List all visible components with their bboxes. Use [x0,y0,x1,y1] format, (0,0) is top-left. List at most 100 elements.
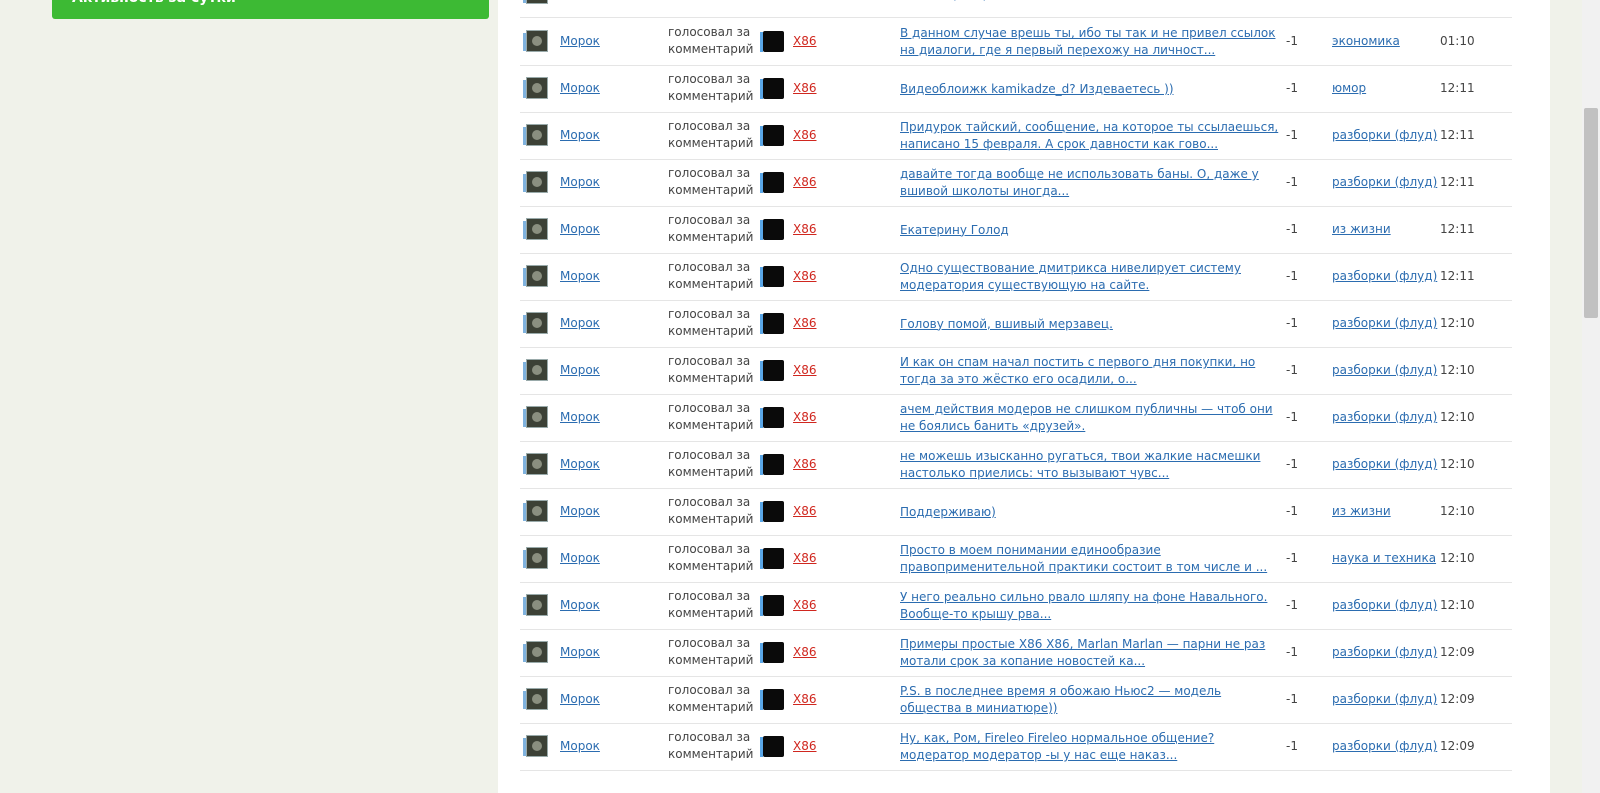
target-avatar[interactable] [763,31,784,52]
user-link[interactable]: Морок [560,645,600,659]
user-link[interactable]: Морок [560,128,600,142]
user-avatar[interactable] [526,359,548,381]
user-avatar[interactable] [526,218,548,240]
category-link[interactable]: экономика [1332,34,1400,48]
user-avatar[interactable] [526,594,548,616]
category-link[interactable]: разборки (флуд) [1332,269,1437,283]
user-avatar[interactable] [526,406,548,428]
category-link[interactable]: разборки (флуд) [1332,457,1437,471]
category-link[interactable]: разборки (флуд) [1332,598,1437,612]
category-link[interactable]: разборки (флуд) [1332,645,1437,659]
category-link[interactable]: разборки (флуд) [1332,128,1437,142]
user-avatar[interactable] [526,124,548,146]
target-avatar[interactable] [763,595,784,616]
comment-link[interactable]: В данном случае врешь ты, ибо ты так и н… [900,24,1280,60]
user-link[interactable]: Морок [560,410,600,424]
comment-link[interactable]: Голову помой, вшивый мерзавец. [900,306,1280,342]
comment-link[interactable]: Примеры простые X86 X86, Marlan Marlan —… [900,635,1280,671]
category-link[interactable]: наука и техника [1332,551,1436,565]
target-user-link[interactable]: X86 [793,645,817,659]
comment-link[interactable]: ачем действия модеров не слишком публичн… [900,400,1280,436]
user-avatar[interactable] [526,641,548,663]
category-link[interactable]: разборки (флуд) [1332,175,1437,189]
comment-link[interactable]: Одно существование дмитрикса нивелирует … [900,259,1280,295]
target-avatar[interactable] [763,313,784,334]
comment-link[interactable]: Поддерживаю) [900,494,1280,530]
category-link[interactable]: разборки (флуд) [1332,316,1437,330]
target-user-link[interactable]: X86 [793,175,817,189]
user-link[interactable]: Морок [560,175,600,189]
category-link[interactable]: разборки (флуд) [1332,410,1437,424]
user-link[interactable]: Морок [560,222,600,236]
user-link[interactable]: Морок [560,34,600,48]
comment-link[interactable]: P.S. в последнее время я обожаю Ньюс2 — … [900,682,1280,718]
comment-link[interactable]: Екатерину Голод [900,212,1280,248]
user-avatar[interactable] [526,547,548,569]
user-avatar[interactable] [526,77,548,99]
target-avatar[interactable] [763,642,784,663]
target-user-link[interactable]: X86 [793,457,817,471]
comment-link[interactable]: Видеоблоижк kamikadze_d? Издеваетесь )) [900,71,1280,107]
target-avatar[interactable] [763,78,784,99]
user-link[interactable]: Морок [560,363,600,377]
user-avatar[interactable] [526,0,548,4]
comment-link[interactable]: Придурок тайский, сообщение, на которое … [900,118,1280,154]
user-link[interactable]: Морок [560,551,600,565]
target-avatar[interactable] [763,501,784,522]
target-avatar[interactable] [763,454,784,475]
activity-button[interactable]: Активность за сутки [52,0,489,19]
target-user-link[interactable]: X86 [793,81,817,95]
scrollbar[interactable] [1582,0,1600,793]
user-avatar[interactable] [526,735,548,757]
comment-link[interactable]: может проверить. вот... [900,0,1280,12]
user-link[interactable]: Морок [560,692,600,706]
user-link[interactable]: Морок [560,81,600,95]
category-link[interactable]: из жизни [1332,504,1391,518]
target-avatar[interactable] [763,266,784,287]
user-link[interactable]: Морок [560,269,600,283]
scrollbar-thumb[interactable] [1584,108,1598,318]
user-link[interactable]: Морок [560,598,600,612]
target-user-link[interactable]: X86 [793,222,817,236]
category-link[interactable]: юмор [1332,81,1366,95]
target-user-link[interactable]: X86 [793,692,817,706]
target-avatar[interactable] [763,360,784,381]
category-link[interactable]: разборки (флуд) [1332,363,1437,377]
target-user-link[interactable]: X86 [793,598,817,612]
user-avatar[interactable] [526,453,548,475]
user-avatar[interactable] [526,265,548,287]
target-avatar[interactable] [763,736,784,757]
user-link[interactable]: Морок [560,504,600,518]
comment-link[interactable]: Ну, как, Ром, Fireleo Fireleo нормальное… [900,729,1280,765]
target-user-link[interactable]: X86 [793,316,817,330]
user-avatar[interactable] [526,171,548,193]
user-link[interactable]: Морок [560,739,600,753]
target-avatar[interactable] [763,219,784,240]
target-avatar[interactable] [763,689,784,710]
target-user-link[interactable]: X86 [793,128,817,142]
target-user-link[interactable]: X86 [793,363,817,377]
target-user-link[interactable]: X86 [793,410,817,424]
target-user-link[interactable]: X86 [793,504,817,518]
comment-link[interactable]: И как он спам начал постить с первого дн… [900,353,1280,389]
target-avatar[interactable] [763,172,784,193]
target-avatar[interactable] [763,548,784,569]
comment-link[interactable]: У него реально сильно рвало шляпу на фон… [900,588,1280,624]
comment-link[interactable]: не можешь изысканно ругаться, твои жалки… [900,447,1280,483]
user-avatar[interactable] [526,500,548,522]
comment-link[interactable]: давайте тогда вообще не использовать бан… [900,165,1280,201]
target-avatar[interactable] [763,407,784,428]
user-avatar[interactable] [526,688,548,710]
target-avatar[interactable] [763,125,784,146]
target-user-link[interactable]: X86 [793,269,817,283]
user-avatar[interactable] [526,312,548,334]
category-link[interactable]: из жизни [1332,222,1391,236]
target-user-link[interactable]: X86 [793,34,817,48]
category-link[interactable]: разборки (флуд) [1332,739,1437,753]
user-link[interactable]: Морок [560,316,600,330]
target-user-link[interactable]: X86 [793,739,817,753]
user-link[interactable]: Морок [560,457,600,471]
comment-link[interactable]: Просто в моем понимании единообразие пра… [900,541,1280,577]
category-link[interactable]: разборки (флуд) [1332,692,1437,706]
user-avatar[interactable] [526,30,548,52]
